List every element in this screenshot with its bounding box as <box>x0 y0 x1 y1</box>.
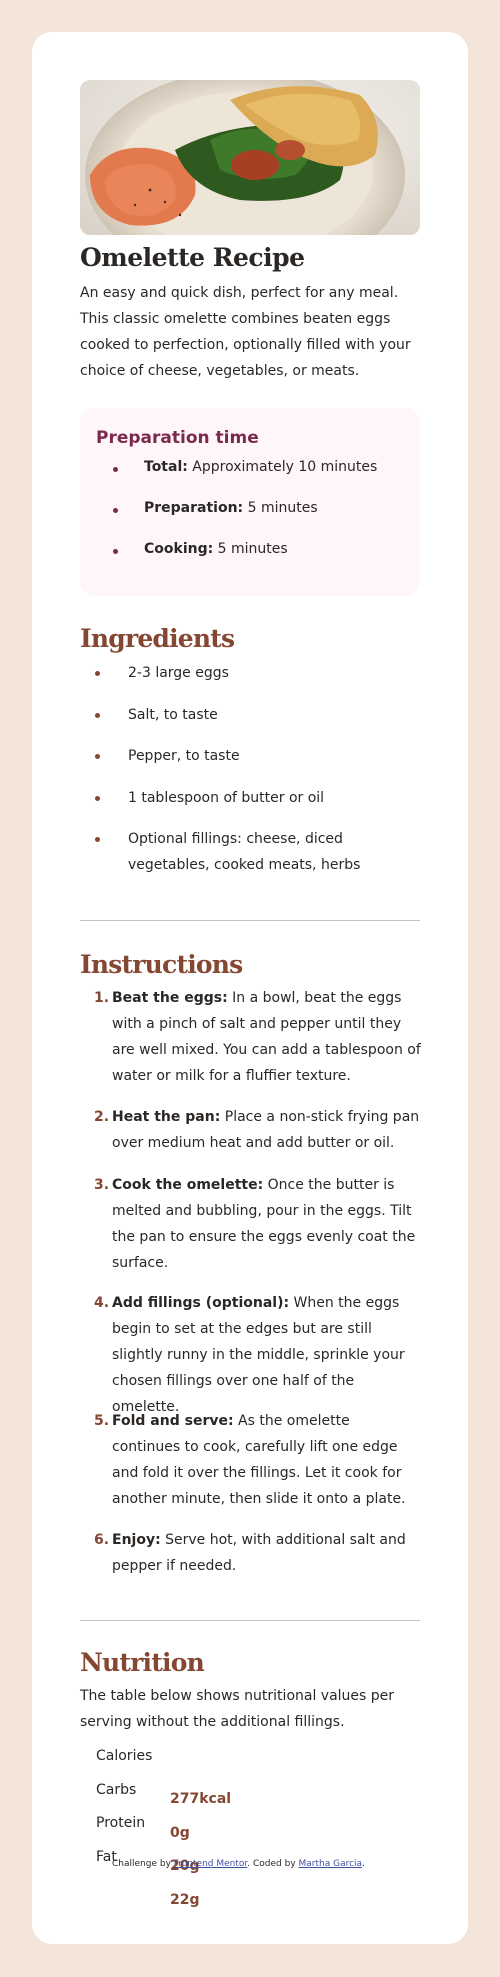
instruction-step: Beat the eggs: In a bowl, beat the eggs … <box>112 990 421 1084</box>
ingredient-item: 2-3 large eggs <box>128 665 229 681</box>
bullet-icon <box>95 713 100 718</box>
nutrition-heading: Nutrition <box>80 1648 205 1677</box>
nutrition-value: 22g <box>170 1892 200 1908</box>
prep-item: Preparation: 5 minutes <box>144 500 318 516</box>
ingredient-item: Pepper, to taste <box>128 748 240 764</box>
author-link[interactable]: Martha Garcia <box>299 1859 363 1869</box>
bullet-icon <box>95 671 100 676</box>
bullet-icon <box>95 754 100 759</box>
preparation-title: Preparation time <box>96 428 259 448</box>
nutrition-label: Carbs <box>96 1782 137 1798</box>
bullet-icon <box>113 467 118 472</box>
instruction-step: Heat the pan: Place a non-stick frying p… <box>112 1109 420 1151</box>
bullet-icon <box>113 549 118 554</box>
instruction-step: Cook the omelette: Once the butter is me… <box>112 1177 416 1271</box>
step-number: 5. <box>94 1413 110 1429</box>
recipe-intro: An easy and quick dish, perfect for any … <box>80 285 411 379</box>
nutrition-label: Protein <box>96 1815 146 1831</box>
instruction-step: Add fillings (optional): When the eggs b… <box>112 1295 405 1415</box>
divider <box>80 1620 420 1621</box>
frontend-mentor-link[interactable]: Frontend Mentor <box>174 1859 248 1869</box>
ingredients-heading: Ingredients <box>80 624 235 653</box>
step-number: 2. <box>94 1109 110 1125</box>
nutrition-value: 0g <box>170 1825 190 1841</box>
divider <box>80 920 420 921</box>
instructions-heading: Instructions <box>80 950 243 979</box>
step-number: 3. <box>94 1177 110 1193</box>
ingredient-item: Salt, to taste <box>128 707 218 723</box>
bullet-icon <box>95 837 100 842</box>
step-number: 6. <box>94 1532 110 1548</box>
ingredient-item: Optional fillings: cheese, diced vegetab… <box>128 831 361 873</box>
prep-item: Cooking: 5 minutes <box>144 541 288 557</box>
preparation-time-box: Preparation time Total: Approximately 10… <box>80 408 420 596</box>
nutrition-value: 277kcal <box>170 1791 232 1807</box>
recipe-title: Omelette Recipe <box>80 243 305 272</box>
nutrition-label: Calories <box>96 1748 153 1764</box>
attribution: Challenge by Frontend Mentor. Coded by M… <box>112 1859 365 1869</box>
instruction-step: Enjoy: Serve hot, with additional salt a… <box>112 1532 406 1574</box>
omelette-image <box>80 80 420 235</box>
bullet-icon <box>113 508 118 513</box>
instruction-step: Fold and serve: As the omelette continue… <box>112 1413 406 1507</box>
prep-item: Total: Approximately 10 minutes <box>144 459 378 475</box>
ingredient-item: 1 tablespoon of butter or oil <box>128 790 325 806</box>
bullet-icon <box>95 796 100 801</box>
nutrition-intro: The table below shows nutritional values… <box>80 1688 395 1730</box>
step-number: 1. <box>94 990 110 1006</box>
step-number: 4. <box>94 1295 110 1311</box>
